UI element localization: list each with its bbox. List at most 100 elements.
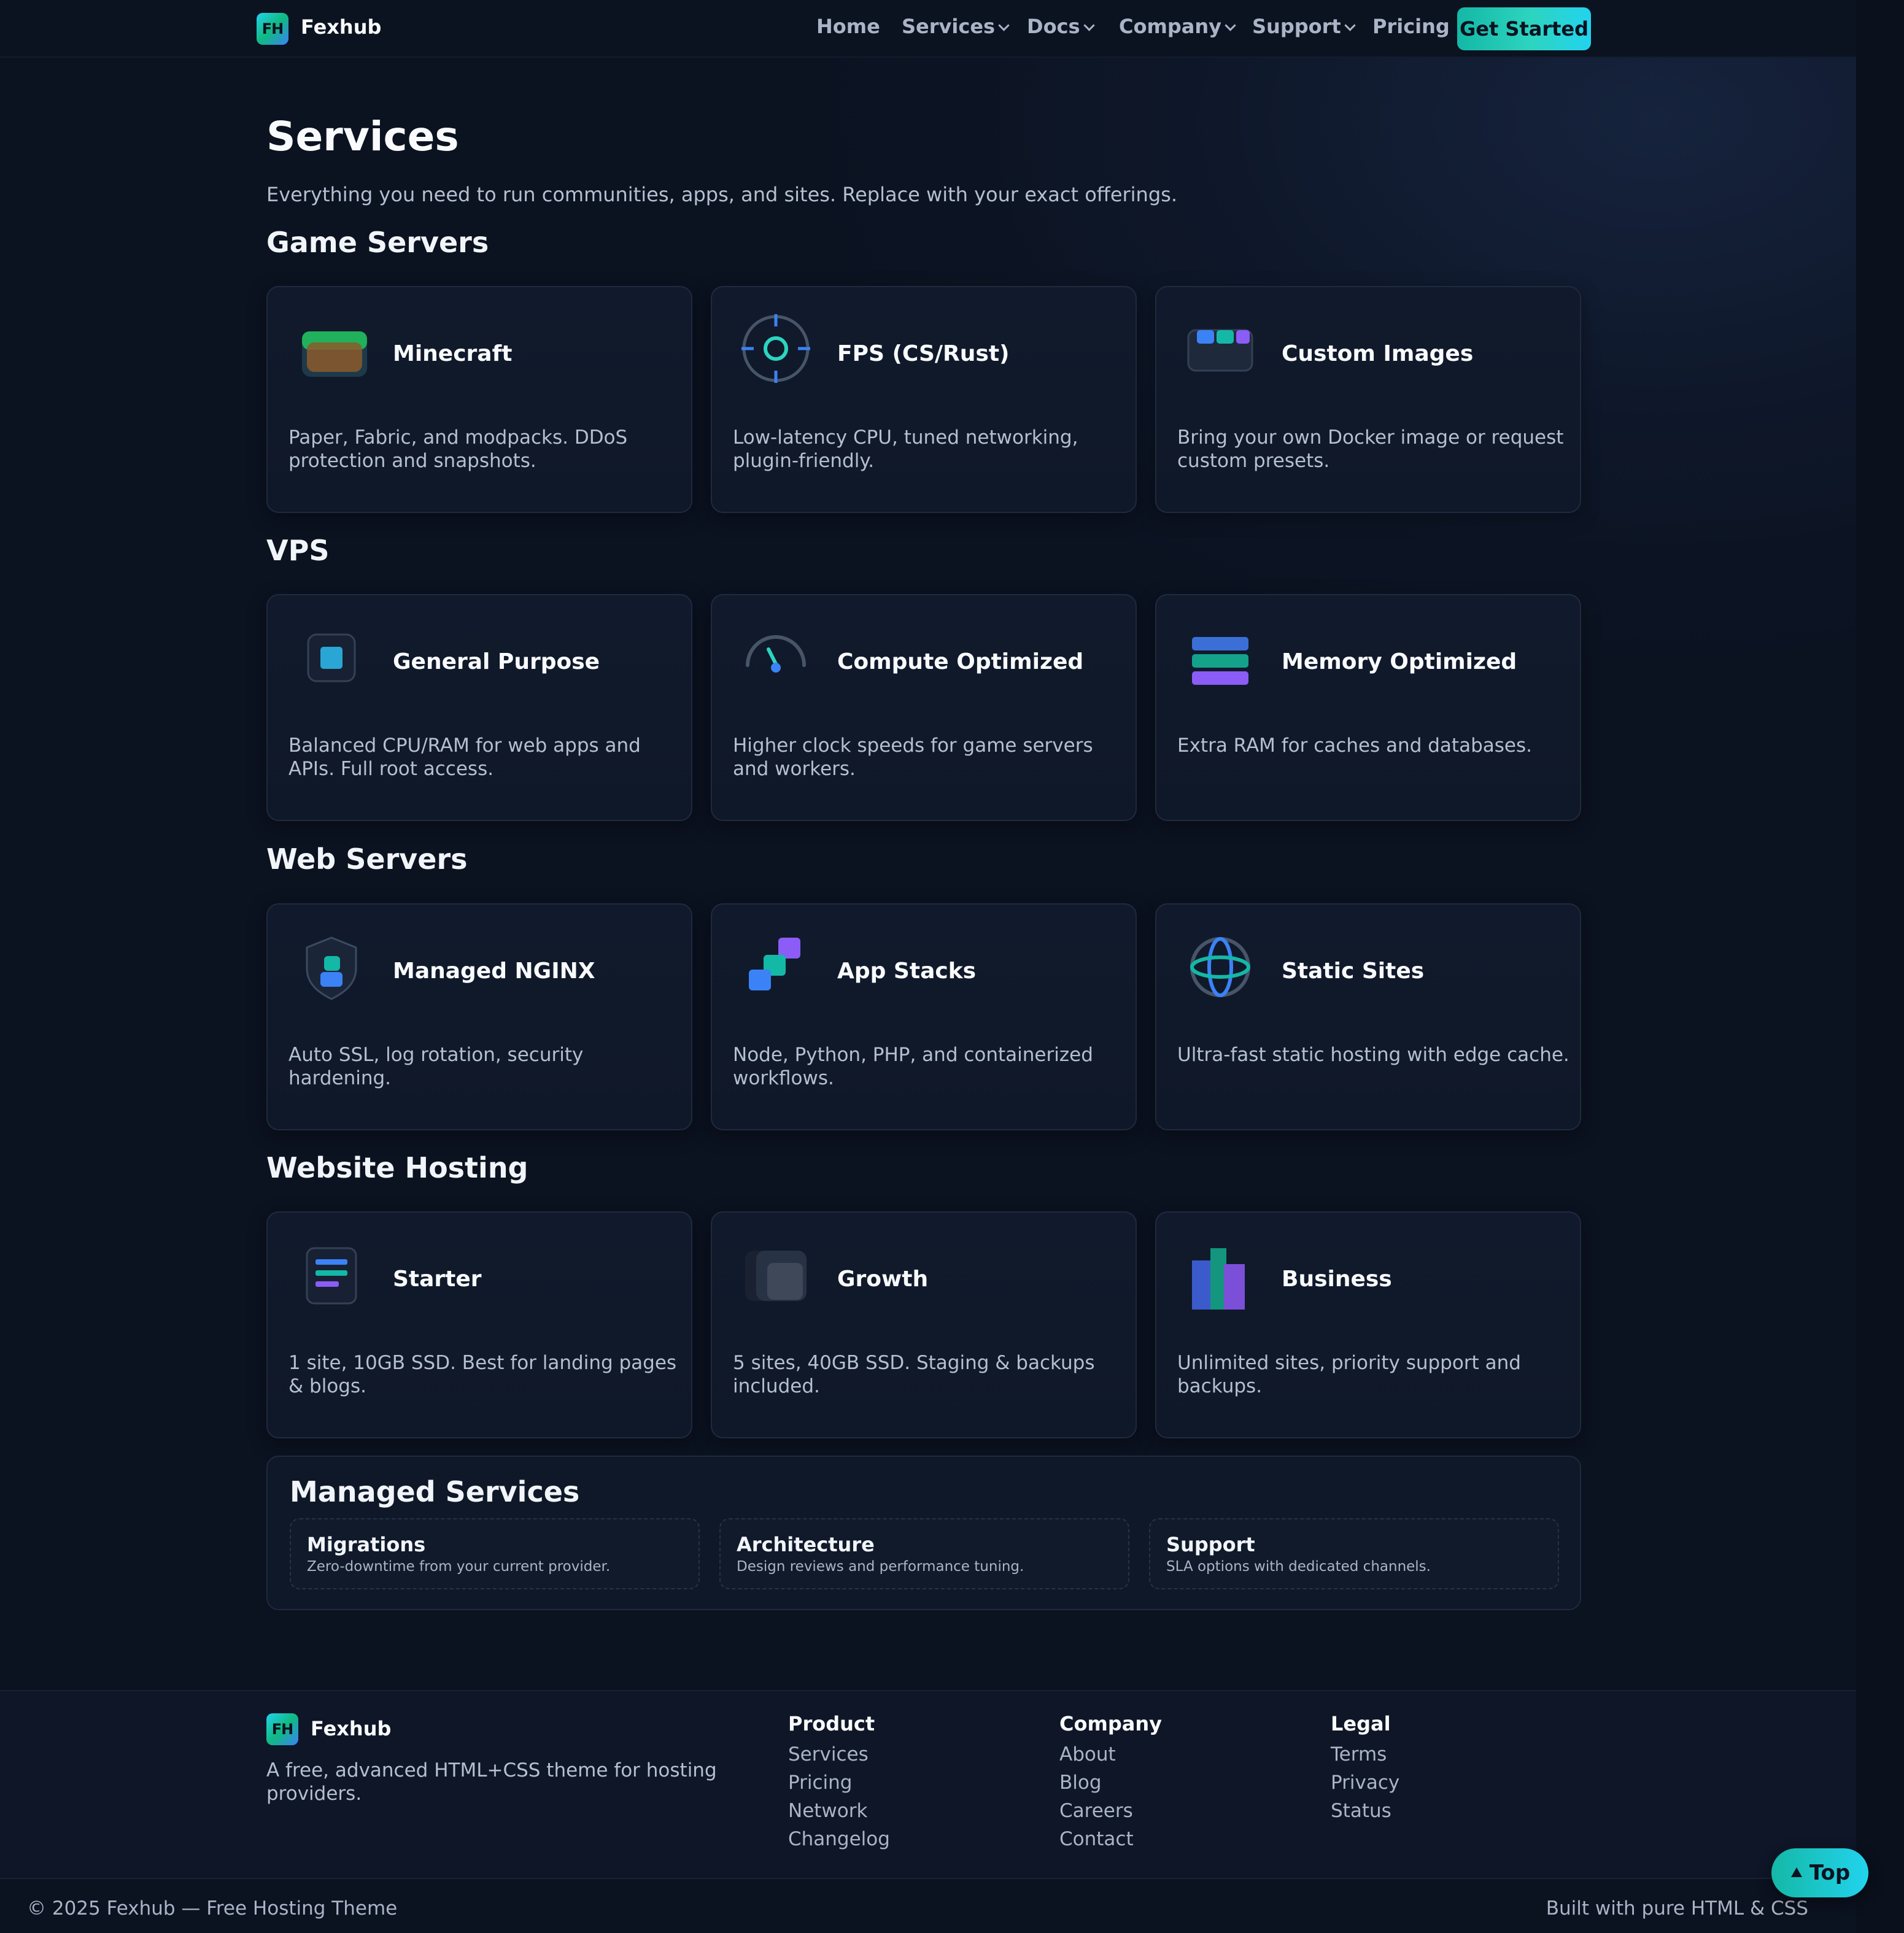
card-description: Unlimited sites, priority support and ba… <box>1177 1352 1521 1397</box>
card-description: Extra RAM for caches and databases. <box>1177 735 1532 757</box>
card-title: Growth <box>837 1267 929 1292</box>
footer-column-company: Company About Blog Careers Contact <box>1059 1712 1162 1853</box>
layered-squares-icon <box>745 1251 807 1301</box>
card-managed-nginx[interactable]: Managed NGINX Auto SSL, log rotation, se… <box>266 903 692 1130</box>
footer-column-product: Product Services Pricing Network Changel… <box>788 1712 890 1853</box>
card-description: Node, Python, PHP, and containerized wor… <box>733 1044 1093 1089</box>
footer-link-blog[interactable]: Blog <box>1059 1769 1162 1797</box>
card-title: Business <box>1282 1267 1392 1292</box>
brand-logo[interactable]: FH <box>257 13 288 45</box>
footer-link-changelog[interactable]: Changelog <box>788 1825 890 1853</box>
card-custom-images[interactable]: Custom Images Bring your own Docker imag… <box>1155 286 1581 513</box>
card-title: General Purpose <box>393 649 600 674</box>
nav-support-dropdown[interactable]: Support <box>1252 15 1356 38</box>
scrollbar-track[interactable] <box>1856 0 1904 1933</box>
section-title-website-hosting: Website Hosting <box>266 1151 528 1184</box>
footer-link-about[interactable]: About <box>1059 1740 1162 1769</box>
chevron-down-icon <box>998 20 1010 31</box>
chevron-down-icon <box>1225 20 1236 31</box>
footer-column-title: Product <box>788 1712 875 1735</box>
managed-services-title: Managed Services <box>290 1475 580 1508</box>
footer-link-contact[interactable]: Contact <box>1059 1825 1162 1853</box>
card-starter[interactable]: Starter 1 site, 10GB SSD. Best for landi… <box>266 1211 692 1438</box>
top-nav: FH Fexhub Home Services Docs Company Sup… <box>0 0 1856 58</box>
managed-item-description: SLA options with dedicated channels. <box>1166 1559 1431 1575</box>
nav-docs-label: Docs <box>1027 15 1080 38</box>
card-title: FPS (CS/Rust) <box>837 341 1010 366</box>
section-title-vps: VPS <box>266 534 330 567</box>
footer-link-privacy[interactable]: Privacy <box>1331 1769 1399 1797</box>
footer-tagline: A free, advanced HTML+CSS theme for host… <box>266 1759 717 1805</box>
arrow-up-icon <box>1790 1867 1802 1877</box>
back-to-top-button[interactable]: Top <box>1771 1848 1868 1897</box>
footer-link-network[interactable]: Network <box>788 1797 890 1825</box>
footer-brand-name[interactable]: Fexhub <box>311 1717 391 1740</box>
managed-item-support[interactable]: Support SLA options with dedicated chann… <box>1149 1518 1559 1589</box>
shield-icon <box>306 936 357 1000</box>
site-footer: FH Fexhub A free, advanced HTML+CSS them… <box>0 1690 1856 1878</box>
managed-item-description: Zero-downtime from your current provider… <box>307 1559 611 1575</box>
card-title: Static Sites <box>1282 959 1425 984</box>
brand-name[interactable]: Fexhub <box>301 15 381 39</box>
card-general-purpose[interactable]: General Purpose Balanced CPU/RAM for web… <box>266 594 692 821</box>
nav-pricing-link[interactable]: Pricing <box>1372 15 1450 38</box>
bar-chart-icon <box>1192 1248 1245 1310</box>
card-description: Bring your own Docker image or request c… <box>1177 426 1564 472</box>
footer-brand-logo[interactable]: FH <box>266 1713 298 1745</box>
built-with-text: Built with pure HTML & CSS <box>1546 1897 1808 1919</box>
section-title-game-servers: Game Servers <box>266 226 489 259</box>
chip-icon <box>307 633 356 682</box>
nav-home-link[interactable]: Home <box>816 15 880 38</box>
crosshair-icon <box>741 314 810 383</box>
card-title: Managed NGINX <box>393 959 595 984</box>
card-description: 1 site, 10GB SSD. Best for landing pages… <box>288 1352 677 1397</box>
card-app-stacks[interactable]: App Stacks Node, Python, PHP, and contai… <box>711 903 1137 1130</box>
section-title-web-servers: Web Servers <box>266 843 468 876</box>
card-fps[interactable]: FPS (CS/Rust) Low-latency CPU, tuned net… <box>711 286 1137 513</box>
card-title: Custom Images <box>1282 341 1474 366</box>
nav-services-label: Services <box>902 15 996 38</box>
copyright-text: © 2025 Fexhub — Free Hosting Theme <box>27 1897 398 1919</box>
managed-item-architecture[interactable]: Architecture Design reviews and performa… <box>719 1518 1129 1589</box>
card-minecraft[interactable]: Minecraft Paper, Fabric, and modpacks. D… <box>266 286 692 513</box>
card-description: Higher clock speeds for game servers and… <box>733 735 1093 780</box>
card-description: Auto SSL, log rotation, security hardeni… <box>288 1044 584 1089</box>
managed-item-title: Architecture <box>737 1533 875 1556</box>
footer-link-careers[interactable]: Careers <box>1059 1797 1162 1825</box>
nav-pricing-label: Pricing <box>1372 15 1450 38</box>
container-images-icon <box>1187 329 1253 372</box>
card-description: Balanced CPU/RAM for web apps and APIs. … <box>288 735 641 780</box>
card-description: Ultra-fast static hosting with edge cach… <box>1177 1044 1569 1066</box>
managed-item-description: Design reviews and performance tuning. <box>737 1559 1024 1575</box>
managed-item-title: Migrations <box>307 1533 426 1556</box>
card-title: Starter <box>393 1267 482 1292</box>
card-business[interactable]: Business Unlimited sites, priority suppo… <box>1155 1211 1581 1438</box>
stacked-blocks-icon <box>749 938 800 990</box>
card-compute-optimized[interactable]: Compute Optimized Higher clock speeds fo… <box>711 594 1137 821</box>
footer-link-terms[interactable]: Terms <box>1331 1740 1399 1769</box>
nav-services-dropdown[interactable]: Services <box>902 15 1010 38</box>
chevron-down-icon <box>1083 20 1095 31</box>
footer-column-legal: Legal Terms Privacy Status <box>1331 1712 1399 1825</box>
nav-docs-dropdown[interactable]: Docs <box>1027 15 1095 38</box>
card-title: Memory Optimized <box>1282 649 1517 674</box>
footer-link-status[interactable]: Status <box>1331 1797 1399 1825</box>
memory-stack-icon <box>1192 637 1248 685</box>
minecraft-block-icon <box>302 331 367 377</box>
nav-company-dropdown[interactable]: Company <box>1119 15 1236 38</box>
card-static-sites[interactable]: Static Sites Ultra-fast static hosting w… <box>1155 903 1581 1130</box>
card-memory-optimized[interactable]: Memory Optimized Extra RAM for caches an… <box>1155 594 1581 821</box>
managed-item-migrations[interactable]: Migrations Zero-downtime from your curre… <box>290 1518 700 1589</box>
back-to-top-label: Top <box>1809 1861 1851 1885</box>
card-description: Paper, Fabric, and modpacks. DDoS protec… <box>288 426 628 472</box>
footer-link-services[interactable]: Services <box>788 1740 890 1769</box>
page-subtitle: Everything you need to run communities, … <box>266 183 1177 206</box>
card-growth[interactable]: Growth 5 sites, 40GB SSD. Staging & back… <box>711 1211 1137 1438</box>
chevron-down-icon <box>1344 20 1356 31</box>
footer-column-title: Legal <box>1331 1712 1391 1735</box>
globe-icon <box>1190 937 1250 997</box>
card-title: Compute Optimized <box>837 649 1084 674</box>
managed-item-title: Support <box>1166 1533 1255 1556</box>
get-started-button[interactable]: Get Started <box>1457 7 1591 50</box>
footer-link-pricing[interactable]: Pricing <box>788 1769 890 1797</box>
